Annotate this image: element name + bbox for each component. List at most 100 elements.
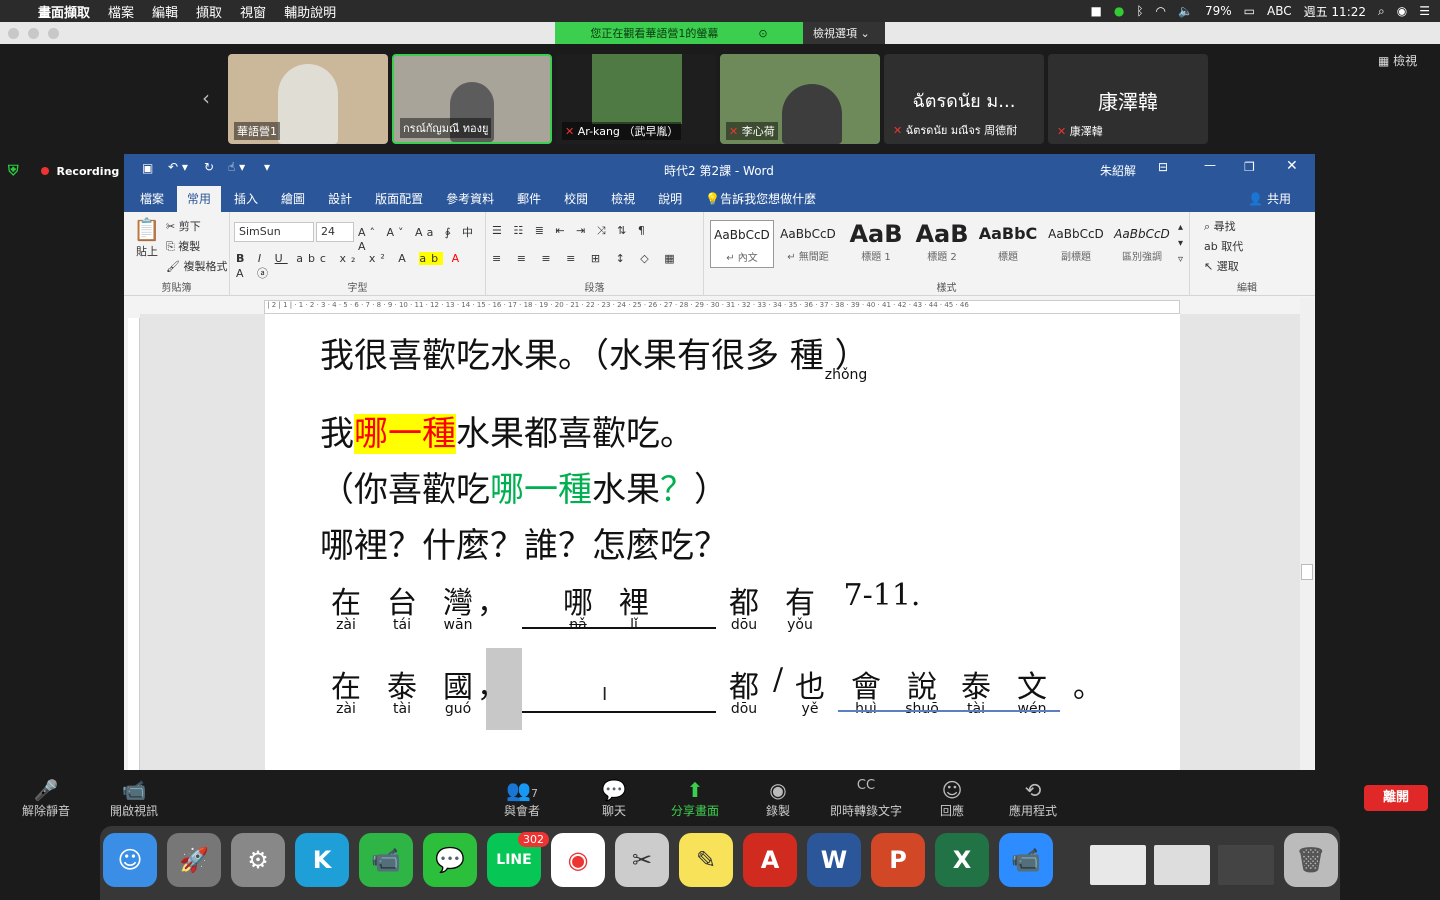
control-center-icon[interactable]: ☰ — [1419, 4, 1430, 18]
vertical-scrollbar[interactable] — [1300, 298, 1314, 770]
participant-tile[interactable]: ✕ 李心荷 — [720, 54, 880, 144]
battery-percent[interactable]: 79% — [1205, 4, 1232, 18]
system-preferences-icon[interactable]: ⚙ — [231, 833, 285, 887]
restore-icon[interactable]: ❐ — [1244, 160, 1255, 174]
siri-icon[interactable]: ◉ — [1397, 4, 1407, 18]
menu-window[interactable]: 視窗 — [240, 2, 266, 21]
tab-home[interactable]: 常用 — [177, 186, 222, 212]
style-normal[interactable]: AaBbCcD ↵ 內文 — [710, 220, 774, 268]
tab-view[interactable]: 檢視 — [601, 186, 645, 212]
zoom-icon[interactable]: 📹 — [999, 833, 1053, 887]
volume-icon[interactable]: 🔈 — [1178, 4, 1193, 18]
bluetooth-icon[interactable]: ᛒ — [1136, 4, 1143, 18]
vertical-ruler[interactable] — [128, 318, 140, 770]
launchpad-icon[interactable]: 🚀 — [167, 833, 221, 887]
excel-icon[interactable]: X — [935, 833, 989, 887]
style-title[interactable]: AaBbC 標題 — [976, 220, 1040, 268]
chrome-window-thumb[interactable] — [1218, 845, 1274, 885]
tab-layout[interactable]: 版面配置 — [365, 186, 433, 212]
screenshot-tool-icon[interactable]: ✂ — [615, 833, 669, 887]
security-shield-icon[interactable]: ⛨ — [8, 163, 19, 179]
chrome-window-thumb[interactable] — [1154, 845, 1210, 885]
participant-tile[interactable]: ฉัตรดนัย ม... ✕ ฉัตรดนัย มณีจร 周德耐 — [884, 54, 1044, 144]
minimize-icon[interactable]: — — [1204, 158, 1216, 172]
menu-app-name[interactable]: 畫面擷取 — [38, 2, 90, 21]
participant-tile[interactable]: 華語營1 — [228, 54, 388, 144]
minimize-window-button[interactable] — [28, 28, 39, 39]
touch-mode-icon[interactable]: ☝ ▾ — [228, 160, 245, 174]
font-name-select[interactable]: SimSun — [234, 222, 314, 242]
paste-button[interactable]: 📋 貼上 — [132, 218, 162, 259]
tab-help[interactable]: 說明 — [648, 186, 692, 212]
apps-button[interactable]: ⟲ 應用程式 — [1002, 778, 1064, 819]
wechat-icon[interactable]: 💬 — [423, 833, 477, 887]
tell-me-search[interactable]: 💡告訴我您想做什麼 — [695, 186, 826, 212]
word-icon[interactable]: W — [807, 833, 861, 887]
menu-capture[interactable]: 擷取 — [196, 2, 222, 21]
start-video-button[interactable]: 📹 開啟視訊 — [104, 778, 164, 819]
tab-review[interactable]: 校閱 — [554, 186, 598, 212]
close-window-button[interactable] — [8, 28, 19, 39]
finder-icon[interactable]: ☺ — [103, 833, 157, 887]
leave-button[interactable]: 離開 — [1364, 785, 1428, 811]
style-subtitle[interactable]: AaBbCcD 副標題 — [1044, 220, 1108, 268]
participant-tile[interactable]: 康澤韓 ✕ 康澤韓 — [1048, 54, 1208, 144]
wifi-icon[interactable]: ◠ — [1156, 4, 1166, 18]
scroll-thumb[interactable] — [1301, 564, 1313, 580]
record-button[interactable]: ◉ 錄製 — [754, 778, 802, 819]
ribbon-display-icon[interactable]: ⊟ — [1158, 160, 1168, 174]
share-button[interactable]: 👤 共用 — [1238, 186, 1301, 212]
stickies-icon[interactable]: ✎ — [679, 833, 733, 887]
tab-draw[interactable]: 繪圖 — [271, 186, 315, 212]
view-button[interactable]: ▦ 檢視 — [1378, 52, 1417, 69]
tab-design[interactable]: 設計 — [318, 186, 362, 212]
participant-tile[interactable]: ✕ Ar-kang （武早胤） — [556, 54, 716, 144]
doc-line-1[interactable]: 我很喜歡吃水果。（水果有很多 種 ） — [320, 328, 869, 377]
doc-line-4[interactable]: 哪裡？什麼？誰？怎麼吃？ — [320, 518, 728, 567]
select-button[interactable]: ↖ 選取 — [1204, 258, 1239, 274]
share-screen-button[interactable]: ⬆ 分享畫面 — [664, 778, 726, 819]
style-no-spacing[interactable]: AaBbCcD ↵ 無間距 — [776, 220, 840, 268]
unmute-button[interactable]: 🎤 解除靜音 — [16, 778, 76, 819]
live-transcript-button[interactable]: CC 即時轉錄文字 — [826, 778, 906, 819]
excel-window-thumb[interactable] — [1090, 845, 1146, 885]
tab-file[interactable]: 檔案 — [130, 186, 174, 212]
search-icon[interactable]: ⌕ — [1378, 4, 1385, 19]
menu-edit[interactable]: 編輯 — [152, 2, 178, 21]
chrome-icon[interactable]: ◉ — [551, 833, 605, 887]
clock[interactable]: 週五 11:22 — [1304, 3, 1366, 20]
tab-references[interactable]: 參考資料 — [436, 186, 504, 212]
facetime-icon[interactable]: 📹 — [359, 833, 413, 887]
line-status-icon[interactable]: ● — [1114, 4, 1124, 18]
save-icon[interactable]: ▣ — [142, 161, 153, 175]
participant-tile-active[interactable]: กรณ์กัญมณี ทองยู — [392, 54, 552, 144]
trash-icon[interactable]: 🗑 — [1284, 833, 1338, 887]
menu-help[interactable]: 輔助說明 — [284, 2, 336, 21]
recording-indicator[interactable]: ⛨ Recording — [8, 163, 119, 179]
format-painter-button[interactable]: 🖌 複製格式 — [166, 258, 227, 274]
doc-line-3[interactable]: （你喜歡吃哪一種水果？） — [320, 462, 728, 511]
menu-file[interactable]: 檔案 — [108, 2, 134, 21]
redo-icon[interactable]: ↻ — [204, 160, 214, 174]
tab-insert[interactable]: 插入 — [224, 186, 268, 212]
kuaiqiang-icon[interactable]: K — [295, 833, 349, 887]
style-heading2[interactable]: AaB 標題 2 — [910, 220, 974, 268]
view-options-button[interactable]: 檢視選項 ⌄ — [803, 22, 885, 44]
style-heading1[interactable]: AaB 標題 1 — [844, 220, 908, 268]
style-subtle-emphasis[interactable]: AaBbCcD 區別強調 — [1110, 220, 1174, 268]
customize-qat-icon[interactable]: ▾ — [264, 160, 270, 174]
input-source[interactable]: ABC — [1267, 4, 1292, 18]
styles-scroll-icon[interactable]: ▴ ▾ ▿ — [1178, 220, 1183, 268]
reactions-button[interactable]: ☺ 回應 — [928, 778, 976, 819]
chat-button[interactable]: 💬 聊天 — [590, 778, 638, 819]
prev-page-icon[interactable]: ‹ — [202, 86, 210, 110]
participants-button[interactable]: 👥7 與會者 — [496, 778, 548, 819]
font-size-select[interactable]: 24 — [316, 222, 354, 242]
replace-button[interactable]: ab 取代 — [1204, 238, 1243, 254]
undo-icon[interactable]: ↶ ▾ — [168, 160, 188, 174]
find-button[interactable]: ⌕ 尋找 — [1204, 218, 1236, 234]
horizontal-ruler[interactable]: | 2 | 1 | · 1 · 2 · 3 · 4 · 5 · 6 · 7 · … — [264, 300, 1180, 314]
tab-mailings[interactable]: 郵件 — [507, 186, 551, 212]
copy-button[interactable]: ⎘ 複製 — [166, 238, 200, 254]
zoom-window-button[interactable] — [48, 28, 59, 39]
